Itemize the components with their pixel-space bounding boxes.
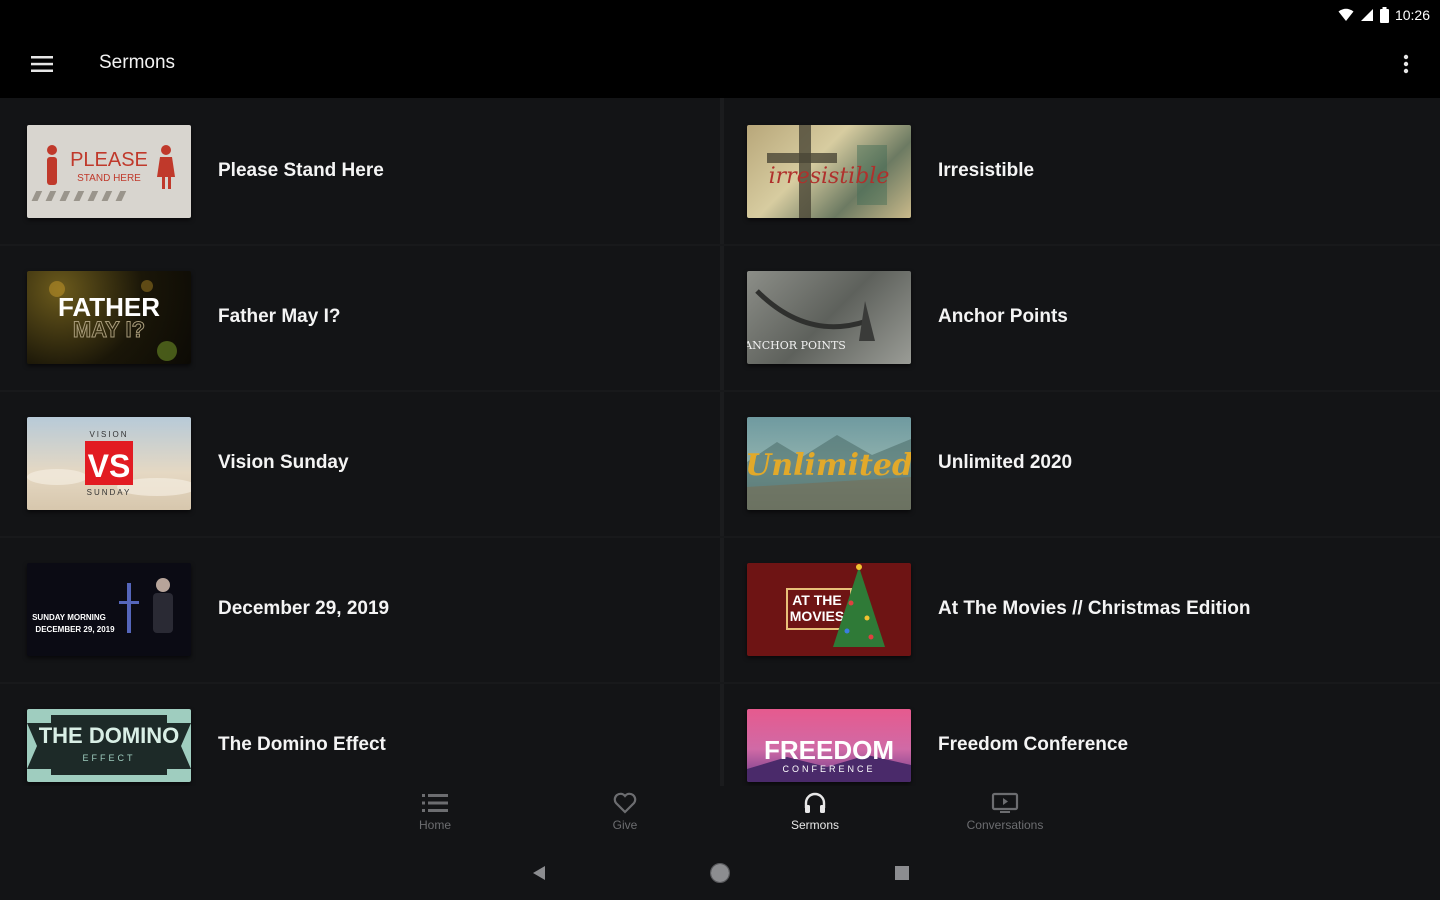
more-options-button[interactable] bbox=[1388, 46, 1424, 82]
sermon-item[interactable]: SUNDAY MORNING DECEMBER 29, 2019 Decembe… bbox=[0, 536, 716, 682]
bottom-navigation: Home Give Sermons Conversations bbox=[0, 786, 1440, 844]
domino-effect-artwork: THE DOMINO EFFECT bbox=[27, 715, 191, 775]
sermon-title: Father May I? bbox=[218, 306, 341, 327]
system-back-button[interactable] bbox=[524, 858, 554, 888]
sermon-item[interactable]: PLEASE STAND HERE Please Stand Here bbox=[0, 98, 716, 244]
sermon-thumbnail: AT THE MOVIES bbox=[747, 563, 911, 656]
list-icon bbox=[422, 794, 448, 812]
thumb-subtitle: MOVIES bbox=[790, 608, 844, 624]
sermon-item[interactable]: VISION VS SUNDAY Vision Sunday bbox=[0, 390, 716, 536]
thumb-title: Unlimited bbox=[747, 448, 911, 483]
sermon-item[interactable]: Unlimited Unlimited 2020 bbox=[720, 390, 1436, 536]
thumb-subtitle: DECEMBER 29, 2019 bbox=[35, 625, 115, 634]
status-bar: 10:26 bbox=[0, 0, 1440, 30]
thumb-title: AT THE bbox=[792, 592, 842, 608]
sermon-item[interactable]: FREEDOM CONFERENCE Freedom Conference bbox=[720, 682, 1436, 788]
nav-item-sermons[interactable]: Sermons bbox=[760, 792, 870, 842]
nav-item-home[interactable]: Home bbox=[380, 792, 490, 842]
unlimited-artwork: Unlimited bbox=[747, 435, 911, 510]
sermon-list: PLEASE STAND HERE Please Stand Here irre… bbox=[0, 98, 1440, 788]
sermon-title: Vision Sunday bbox=[218, 452, 349, 473]
nav-label: Sermons bbox=[790, 818, 840, 832]
vision-sunday-artwork: VISION VS SUNDAY bbox=[27, 430, 191, 497]
sermon-item[interactable]: AT THE MOVIES At The Movies // Christmas… bbox=[720, 536, 1436, 682]
at-the-movies-artwork: AT THE MOVIES bbox=[786, 564, 885, 647]
headphones-icon bbox=[804, 792, 826, 813]
back-triangle-icon bbox=[533, 866, 545, 880]
system-home-button[interactable] bbox=[705, 858, 735, 888]
sermon-thumbnail: ANCHOR POINTS bbox=[747, 271, 911, 364]
nav-label: Home bbox=[418, 818, 451, 832]
system-navigation-bar bbox=[0, 844, 1440, 900]
nav-item-conversations[interactable]: Conversations bbox=[950, 792, 1060, 842]
sermon-title: The Domino Effect bbox=[218, 734, 386, 755]
sermon-title: Unlimited 2020 bbox=[938, 452, 1073, 473]
thumb-title: FREEDOM bbox=[764, 735, 894, 765]
tv-play-icon bbox=[991, 792, 1019, 813]
december-29-artwork: SUNDAY MORNING DECEMBER 29, 2019 bbox=[32, 578, 173, 634]
home-circle-icon bbox=[710, 863, 730, 883]
freedom-conference-artwork: FREEDOM CONFERENCE bbox=[747, 735, 911, 782]
app-bar: Sermons bbox=[0, 30, 1440, 98]
sermon-item[interactable]: ANCHOR POINTS Anchor Points bbox=[720, 244, 1436, 390]
thumb-top-text: VISION bbox=[89, 430, 128, 439]
sermon-title: Irresistible bbox=[938, 160, 1035, 181]
thumb-subtitle: CONFERENCE bbox=[782, 764, 875, 774]
status-time: 10:26 bbox=[1394, 7, 1430, 23]
page-title: Sermons bbox=[99, 52, 176, 73]
thumb-title: ANCHOR POINTS bbox=[747, 339, 846, 352]
father-may-i-artwork: FATHER MAY I? bbox=[49, 280, 177, 361]
heart-icon bbox=[613, 792, 637, 814]
status-icons: 10:26 bbox=[1338, 5, 1430, 25]
more-vert-icon bbox=[1403, 54, 1409, 74]
thumb-title: irresistible bbox=[769, 164, 890, 189]
sermon-title: At The Movies // Christmas Edition bbox=[938, 598, 1251, 619]
nav-label: Conversations bbox=[966, 818, 1044, 832]
irresistible-artwork: irresistible bbox=[767, 125, 890, 218]
sermon-thumbnail: FREEDOM CONFERENCE bbox=[747, 709, 911, 782]
hamburger-menu-button[interactable] bbox=[24, 46, 60, 82]
sermon-thumbnail: SUNDAY MORNING DECEMBER 29, 2019 bbox=[27, 563, 191, 656]
sermon-thumbnail: irresistible bbox=[747, 125, 911, 218]
system-recents-button[interactable] bbox=[887, 858, 917, 888]
sermon-thumbnail: THE DOMINO EFFECT bbox=[27, 709, 191, 782]
sermon-title: December 29, 2019 bbox=[218, 598, 390, 619]
thumb-subtitle: EFFECT bbox=[83, 753, 136, 763]
wifi-icon bbox=[1338, 8, 1354, 21]
nav-item-give[interactable]: Give bbox=[570, 792, 680, 842]
thumb-title: THE DOMINO bbox=[39, 723, 180, 748]
sermon-thumbnail: VISION VS SUNDAY bbox=[27, 417, 191, 510]
sermon-title: Anchor Points bbox=[938, 306, 1068, 327]
sermon-thumbnail: FATHER MAY I? bbox=[27, 271, 191, 364]
hamburger-menu-icon bbox=[31, 56, 53, 72]
thumb-subtitle: STAND HERE bbox=[77, 173, 141, 184]
sermon-title: Please Stand Here bbox=[218, 160, 384, 181]
thumb-title: SUNDAY MORNING bbox=[32, 613, 106, 622]
battery-icon bbox=[1379, 7, 1389, 23]
sermon-item[interactable]: THE DOMINO EFFECT The Domino Effect bbox=[0, 682, 716, 788]
recents-square-icon bbox=[895, 866, 909, 880]
thumb-subtitle: MAY I? bbox=[73, 317, 145, 342]
thumb-title: VS bbox=[88, 448, 131, 484]
please-stand-here-artwork: PLEASE STAND HERE bbox=[31, 145, 175, 201]
thumb-bottom-text: SUNDAY bbox=[87, 488, 132, 497]
nav-label: Give bbox=[612, 818, 638, 832]
sermon-item[interactable]: FATHER MAY I? Father May I? bbox=[0, 244, 716, 390]
sermon-thumbnail: PLEASE STAND HERE bbox=[27, 125, 191, 218]
thumb-title: PLEASE bbox=[70, 149, 148, 171]
cell-signal-icon bbox=[1360, 9, 1373, 21]
anchor-points-artwork: ANCHOR POINTS bbox=[747, 289, 875, 352]
sermon-thumbnail: Unlimited bbox=[747, 417, 911, 510]
sermon-item[interactable]: irresistible Irresistible bbox=[720, 98, 1436, 244]
sermon-title: Freedom Conference bbox=[938, 734, 1129, 755]
